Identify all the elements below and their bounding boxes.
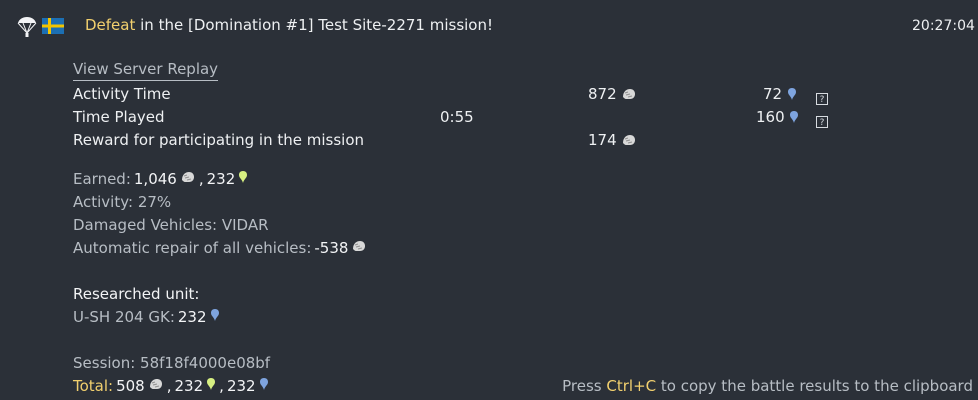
- sweden-flag-icon: [42, 18, 64, 38]
- table-row-label-activity-time: Activity Time: [73, 85, 171, 103]
- help-button-activity-time[interactable]: ?: [816, 88, 828, 106]
- total-summary: Total: 508 , 232 , 232: [73, 377, 269, 395]
- damaged-vehicles-line: Damaged Vehicles: VIDAR: [73, 216, 269, 234]
- silver-lions-icon: [351, 239, 367, 257]
- mission-result-title: Defeat in the [Domination #1] Test Site-…: [85, 16, 493, 34]
- table-row-sl-activity-time: 872: [588, 85, 637, 105]
- mission-text: in the [Domination #1] Test Site-2271 mi…: [135, 16, 493, 34]
- silver-lions-icon: [621, 87, 637, 105]
- convertible-research-points-icon: [206, 377, 216, 395]
- research-points-icon: [787, 87, 797, 105]
- view-server-replay-link[interactable]: View Server Replay: [73, 60, 219, 81]
- convertible-research-points-icon: [238, 170, 248, 188]
- automatic-repair-line: Automatic repair of all vehicles: -538: [73, 239, 367, 257]
- earned-summary: Earned: 1,046 , 232: [73, 170, 248, 188]
- session-id: Session: 58f18f4000e08bf: [73, 354, 271, 372]
- result-word: Defeat: [85, 16, 136, 34]
- table-row-rp-time-played: 160: [756, 108, 799, 128]
- timestamp: 20:27:04: [912, 18, 975, 34]
- researched-unit-line: U-SH 204 GK: 232: [73, 308, 220, 326]
- table-row-time-played-value: 0:55: [440, 108, 474, 126]
- research-points-icon: [210, 308, 220, 326]
- help-button-time-played[interactable]: ?: [816, 111, 828, 129]
- table-row-label-time-played: Time Played: [73, 108, 165, 126]
- parachute-icon: [17, 14, 37, 42]
- research-points-icon: [259, 377, 269, 395]
- silver-lions-icon: [621, 133, 637, 151]
- activity-line: Activity: 27%: [73, 193, 172, 211]
- table-row-label-reward: Reward for participating in the mission: [73, 131, 365, 149]
- table-row-sl-reward: 174: [588, 131, 637, 151]
- silver-lions-icon: [180, 170, 196, 188]
- copy-results-hint: Press Ctrl+C to copy the battle results …: [562, 377, 973, 395]
- help-icon[interactable]: ?: [816, 116, 828, 128]
- research-points-icon: [789, 110, 799, 128]
- table-row-rp-activity-time: 72: [763, 85, 797, 105]
- researched-unit-title: Researched unit:: [73, 285, 200, 303]
- help-icon[interactable]: ?: [816, 93, 828, 105]
- silver-lions-icon: [148, 377, 164, 395]
